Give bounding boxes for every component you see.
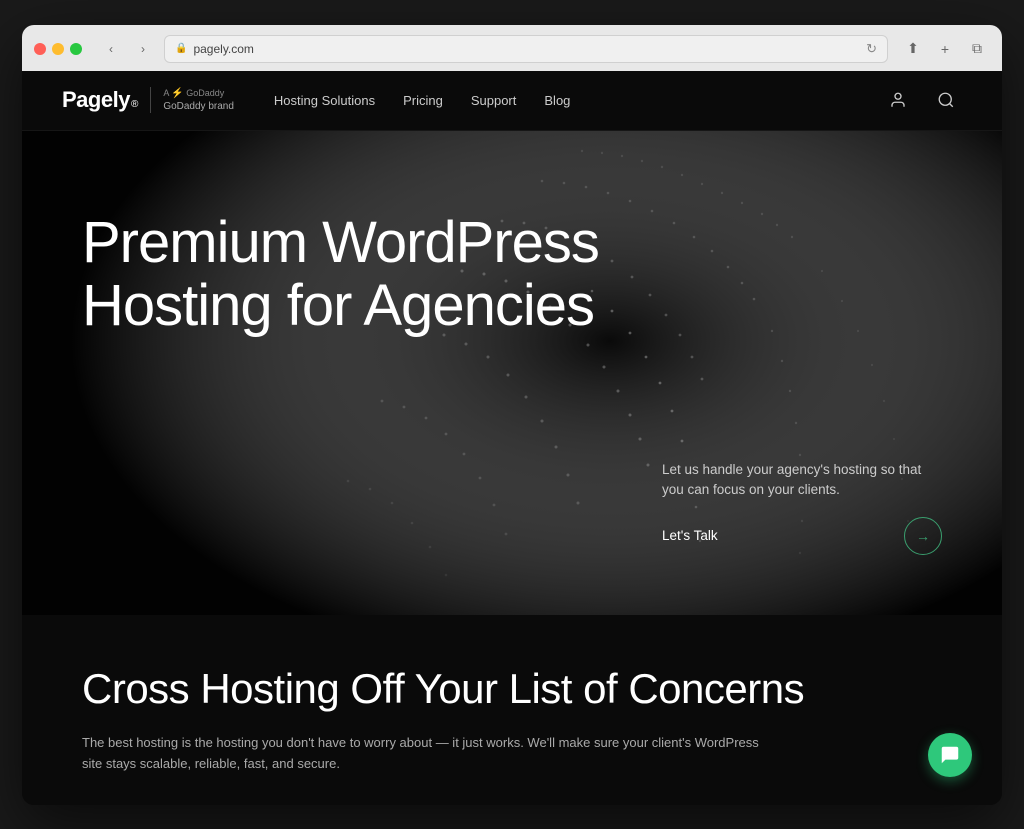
nav-link-support[interactable]: Support [471, 93, 517, 108]
address-bar[interactable]: 🔒 pagely.com ↻ [164, 35, 888, 63]
nav-link-pricing[interactable]: Pricing [403, 93, 443, 108]
godaddy-brand: A ⚡ GoDaddy GoDaddy brand [150, 87, 234, 113]
section-two-subtitle: The best hosting is the hosting you don'… [82, 733, 782, 775]
logo-area: Pagely ® A ⚡ GoDaddy GoDaddy brand [62, 87, 234, 113]
cta-row: Let's Talk → [662, 517, 942, 555]
logo-text[interactable]: Pagely [62, 87, 130, 113]
nav-link-hosting[interactable]: Hosting Solutions [274, 93, 375, 108]
navigation: Pagely ® A ⚡ GoDaddy GoDaddy brand Hosti… [22, 71, 1002, 131]
share-button[interactable]: ⬆ [900, 36, 926, 62]
back-button[interactable]: ‹ [98, 36, 124, 62]
section-two: Cross Hosting Off Your List of Concerns … [22, 615, 1002, 805]
search-icon[interactable] [930, 84, 962, 116]
nav-link-blog[interactable]: Blog [544, 93, 570, 108]
account-icon[interactable] [882, 84, 914, 116]
cta-link[interactable]: Let's Talk [662, 528, 718, 543]
nav-links: Hosting Solutions Pricing Support Blog [274, 93, 571, 108]
godaddy-brand-label: GoDaddy brand [163, 100, 234, 113]
reload-icon[interactable]: ↻ [866, 41, 877, 57]
hero-cta: Let us handle your agency's hosting so t… [662, 460, 942, 555]
hero-title: Premium WordPress Hosting for Agencies [82, 211, 602, 339]
lock-icon: 🔒 [175, 43, 187, 54]
logo-trademark: ® [131, 99, 138, 110]
browser-chrome: ‹ › 🔒 pagely.com ↻ ⬆ + ⧉ [22, 25, 1002, 71]
minimize-button[interactable] [52, 43, 64, 55]
nav-right [882, 84, 962, 116]
nav-left: Pagely ® A ⚡ GoDaddy GoDaddy brand Hosti… [62, 87, 570, 113]
url-text: pagely.com [193, 42, 253, 56]
hero-subtitle: Let us handle your agency's hosting so t… [662, 460, 942, 501]
cta-arrow-button[interactable]: → [904, 517, 942, 555]
tab-overview-button[interactable]: ⧉ [964, 36, 990, 62]
maximize-button[interactable] [70, 43, 82, 55]
hero-section: Premium WordPress Hosting for Agencies L… [22, 131, 1002, 615]
new-tab-button[interactable]: + [932, 36, 958, 62]
arrow-icon: → [916, 528, 930, 544]
hero-bottom: Let us handle your agency's hosting so t… [82, 460, 942, 575]
traffic-lights [34, 43, 82, 55]
godaddy-icon: ⚡ [171, 88, 183, 99]
browser-actions: ⬆ + ⧉ [900, 36, 990, 62]
chat-bubble-button[interactable] [928, 733, 972, 777]
forward-button[interactable]: › [130, 36, 156, 62]
godaddy-a-text: A ⚡ GoDaddy [163, 87, 234, 100]
website-content: Pagely ® A ⚡ GoDaddy GoDaddy brand Hosti… [22, 71, 1002, 805]
section-two-title: Cross Hosting Off Your List of Concerns [82, 665, 942, 713]
chat-icon [939, 744, 961, 766]
browser-window: ‹ › 🔒 pagely.com ↻ ⬆ + ⧉ [22, 25, 1002, 805]
hero-content: Premium WordPress Hosting for Agencies L… [22, 131, 1002, 615]
close-button[interactable] [34, 43, 46, 55]
browser-controls: ‹ › [98, 36, 156, 62]
